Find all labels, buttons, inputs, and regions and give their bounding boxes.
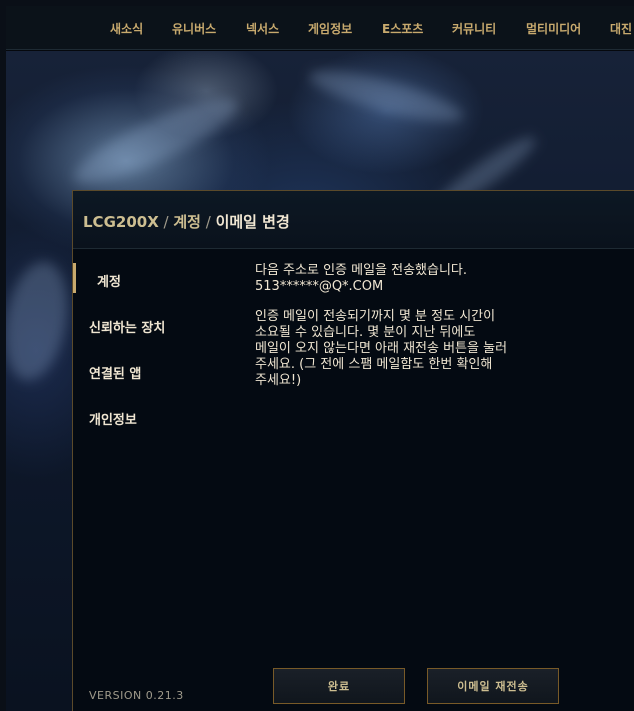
- breadcrumb: LCG200X / 계정 / 이메일 변경: [83, 211, 290, 232]
- nav-item-esports[interactable]: E스포츠: [382, 20, 423, 37]
- email-change-message: 다음 주소로 인증 메일을 전송했습니다. 513******@Q*.COM 인…: [255, 263, 634, 389]
- top-navigation: 새소식 유니버스 넥서스 게임정보 E스포츠 커뮤니티 멀티미디어 대진: [6, 6, 634, 50]
- breadcrumb-user[interactable]: LCG200X: [83, 213, 159, 231]
- sent-notice: 다음 주소로 인증 메일을 전송했습니다.: [255, 263, 468, 278]
- breadcrumb-separator: /: [158, 213, 174, 231]
- nav-item-schedule[interactable]: 대진: [610, 20, 632, 37]
- info-text-line: 주세요. (그 전에 스팸 메일함도 한번 확인해: [255, 357, 493, 372]
- info-text-line: 소요될 수 있습니다. 몇 분이 지난 뒤에도: [255, 325, 476, 340]
- resend-email-button[interactable]: 이메일 재전송: [427, 668, 559, 704]
- version-label: VERSION 0.21.3: [89, 689, 184, 702]
- hero-streak: [304, 60, 468, 132]
- info-text-line: 주세요!): [255, 373, 302, 388]
- nav-item-news[interactable]: 새소식: [110, 20, 143, 37]
- panel-header: LCG200X / 계정 / 이메일 변경: [73, 191, 634, 249]
- done-button-label: 완료: [327, 680, 351, 693]
- hero-streak: [65, 84, 247, 198]
- nav-item-universe[interactable]: 유니버스: [172, 20, 216, 37]
- nav-item-multimedia[interactable]: 멀티미디어: [526, 20, 581, 37]
- nav-item-game-info[interactable]: 게임정보: [308, 20, 352, 37]
- account-settings-panel: LCG200X / 계정 / 이메일 변경 계정 신뢰하는 장치 연결된 앱 개…: [72, 190, 634, 711]
- hero-streak: [6, 256, 76, 386]
- sidebar-item-trusted-devices[interactable]: 신뢰하는 장치: [89, 317, 165, 336]
- sidebar-item-account[interactable]: 계정: [97, 271, 121, 290]
- sidebar-item-connected-apps[interactable]: 연결된 앱: [89, 363, 141, 382]
- sidebar: 계정 신뢰하는 장치 연결된 앱 개인정보 VERSION 0.21.3: [73, 249, 243, 711]
- nav-item-nexus[interactable]: 넥서스: [246, 20, 279, 37]
- info-text-line: 메일이 오지 않는다면 아래 재전송 버튼을 눌러: [255, 341, 508, 356]
- breadcrumb-separator: /: [200, 213, 216, 231]
- info-text-line: 인증 메일이 전송되기까지 몇 분 정도 시간이: [255, 309, 496, 324]
- masked-email: 513******@Q*.COM: [255, 279, 384, 294]
- resend-email-button-label: 이메일 재전송: [457, 680, 529, 693]
- page-title: 이메일 변경: [215, 213, 290, 231]
- done-button[interactable]: 완료: [273, 668, 405, 704]
- sidebar-item-privacy[interactable]: 개인정보: [89, 409, 137, 428]
- nav-item-community[interactable]: 커뮤니티: [452, 20, 496, 37]
- sidebar-active-indicator: [73, 263, 76, 293]
- breadcrumb-account[interactable]: 계정: [173, 213, 201, 231]
- app-frame: 새소식 유니버스 넥서스 게임정보 E스포츠 커뮤니티 멀티미디어 대진 LCG…: [6, 6, 634, 711]
